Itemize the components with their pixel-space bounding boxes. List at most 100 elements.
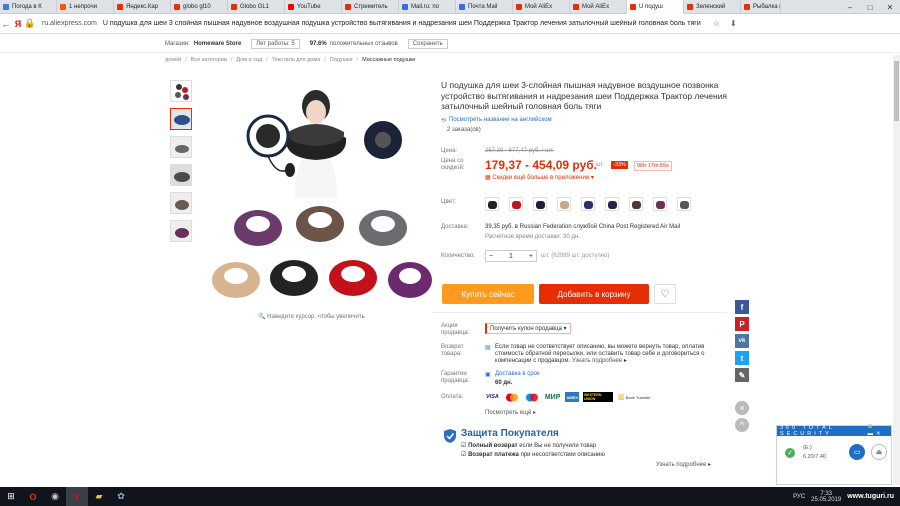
yandex-icon[interactable]: Я [12, 19, 24, 29]
browser-tab[interactable]: YouTube [285, 0, 342, 14]
browser-tab[interactable]: Мой AliEx [513, 0, 570, 14]
quantity-stepper[interactable]: − 1 + [485, 250, 537, 262]
edit-icon[interactable]: ✎ [735, 368, 749, 382]
color-swatch[interactable] [509, 197, 523, 211]
swatch-pillow-image [560, 201, 569, 209]
price-unit: / шт. [592, 162, 604, 168]
eject-icon[interactable]: ⏏ [871, 444, 887, 460]
browser-tab[interactable]: globo gl10 [171, 0, 228, 14]
browser-tab[interactable]: Погода в К [0, 0, 57, 14]
browser-tab[interactable]: Зеленский [684, 0, 741, 14]
more-payments-link[interactable]: Посмотреть ещё ▸ [485, 409, 536, 416]
breadcrumb-item[interactable]: Дом и сад [236, 57, 262, 63]
quantity-value[interactable]: 1 [509, 253, 513, 260]
english-title-link[interactable]: ⟲ Посмотреть название на английском [441, 117, 731, 124]
visa-icon: VISA [486, 394, 499, 400]
color-swatch[interactable] [533, 197, 547, 211]
color-swatch[interactable] [629, 197, 643, 211]
coupon-label: Получить купон продавца [490, 326, 562, 332]
scrollbar-thumb[interactable] [894, 61, 899, 121]
tab-label: Яндекс.Кар [126, 4, 159, 10]
yandex-browser-icon[interactable]: Y [66, 487, 88, 506]
minus-icon[interactable]: − [489, 253, 493, 260]
social-share-bar: f P vk t ✎ [735, 300, 749, 385]
discount-price-label: Цена со скидкой: [441, 158, 465, 171]
store-name[interactable]: Homeware Store [194, 41, 241, 47]
coupon-dropdown[interactable]: Получить купон продавца ▾ [485, 323, 571, 334]
pinterest-icon[interactable]: P [735, 317, 749, 331]
shipping-method[interactable]: 39,35 руб. в Russian Federation службой … [485, 224, 680, 230]
product-main-image[interactable] [198, 78, 433, 310]
scroll-up-icon[interactable]: ^ [735, 418, 749, 432]
checkbox-icon: ☑ [461, 452, 467, 458]
twitter-icon[interactable]: t [735, 351, 749, 365]
translate-icon: ⟲ [441, 117, 447, 124]
maximize-icon[interactable]: □ [860, 3, 880, 12]
plus-icon[interactable]: + [529, 253, 533, 260]
thumbnail[interactable] [170, 80, 192, 102]
language-indicator[interactable]: РУС [793, 494, 805, 500]
wishlist-heart-icon[interactable]: ♡ [654, 284, 676, 304]
buy-now-button[interactable]: Купить сейчас [442, 284, 534, 304]
save-store-button[interactable]: Сохранить [407, 38, 448, 49]
color-swatch[interactable] [485, 197, 499, 211]
vk-icon[interactable]: vk [735, 334, 749, 348]
protection-refund-text: если Вы не получили товар [519, 443, 597, 449]
color-swatch[interactable] [581, 197, 595, 211]
browser-tab[interactable]: Стремитель [342, 0, 399, 14]
opera-icon[interactable]: O [22, 487, 44, 506]
browser-tab[interactable]: Мой AliEx [570, 0, 627, 14]
tab-label: 1 непрочи [69, 4, 97, 10]
browser-tab[interactable]: Рыбалка в [741, 0, 781, 14]
breadcrumb-item[interactable]: Подушки [330, 57, 353, 63]
thumbnail[interactable] [170, 136, 192, 158]
windows-start-icon[interactable]: ⊞ [0, 487, 22, 506]
returns-label: Возврат товара: [441, 344, 464, 357]
protection-more-link[interactable]: Узнать подробнее ▸ [656, 461, 711, 468]
breadcrumb-item[interactable]: Все категории [191, 57, 227, 63]
app-discount-link[interactable]: ▦ Скидки ещё больше в приложении ▾ [485, 174, 594, 181]
breadcrumb-item[interactable]: Массажные подушки [362, 57, 415, 63]
swatch-pillow-image [632, 201, 641, 209]
folder-icon[interactable]: ▰ [88, 487, 110, 506]
close-icon[interactable]: × [735, 401, 749, 415]
thumbnail[interactable] [170, 192, 192, 214]
color-swatch[interactable] [605, 197, 619, 211]
security-popup: 360 TOTAL SECURITY 🔍▬✕ ✓ (E:) 6.20/7.40 ▭… [776, 425, 892, 485]
facebook-icon[interactable]: f [735, 300, 749, 314]
swatch-pillow-image [488, 201, 497, 209]
browser-tab[interactable]: Яндекс.Кар [114, 0, 171, 14]
back-icon[interactable]: ← [0, 19, 12, 29]
thumbnail[interactable] [170, 220, 192, 242]
browser-tab[interactable]: Почта Mail [456, 0, 513, 14]
breadcrumb-item[interactable]: Текстиль для дома [272, 57, 321, 63]
tab-label: Погода в К [12, 4, 42, 10]
app-icon[interactable]: ✿ [110, 487, 132, 506]
color-swatch[interactable] [557, 197, 571, 211]
bookmark-icon[interactable]: ☆ [713, 19, 720, 28]
security-controls-icon[interactable]: 🔍▬✕ [868, 425, 888, 437]
tab-label: Стремитель [354, 4, 388, 10]
browser-tab[interactable]: 1 непрочи [57, 0, 114, 14]
minimize-icon[interactable]: – [840, 3, 860, 12]
browser-tab[interactable]: Globo GL1 [228, 0, 285, 14]
media-icon[interactable]: ◉ [44, 487, 66, 506]
breadcrumb-item[interactable]: домой [165, 57, 181, 63]
thumbnail[interactable] [170, 164, 192, 186]
scrollbar[interactable] [893, 55, 900, 485]
thumbnail[interactable] [170, 108, 192, 130]
security-usage: 6.20/7.40 [803, 454, 826, 460]
old-price: 267,39 - 677,47 руб. / шт. [485, 148, 554, 154]
sale-timer: 06h:17m:55s [634, 161, 672, 171]
returns-more-link[interactable]: Узнать подробнее [572, 358, 622, 364]
close-window-icon[interactable]: ✕ [880, 3, 900, 12]
add-to-cart-button[interactable]: Добавить в корзину [539, 284, 649, 304]
browser-tab[interactable]: Mail.ru: по [399, 0, 456, 14]
color-swatch[interactable] [677, 197, 691, 211]
folder-icon[interactable]: ▭ [849, 444, 865, 460]
url-field[interactable]: ru.aliexpress.com [42, 20, 97, 27]
color-swatch[interactable] [653, 197, 667, 211]
amex-icon: AMEX [565, 392, 579, 402]
download-icon[interactable]: ⬇ [730, 19, 737, 28]
browser-tab[interactable]: U подуш [627, 0, 684, 14]
